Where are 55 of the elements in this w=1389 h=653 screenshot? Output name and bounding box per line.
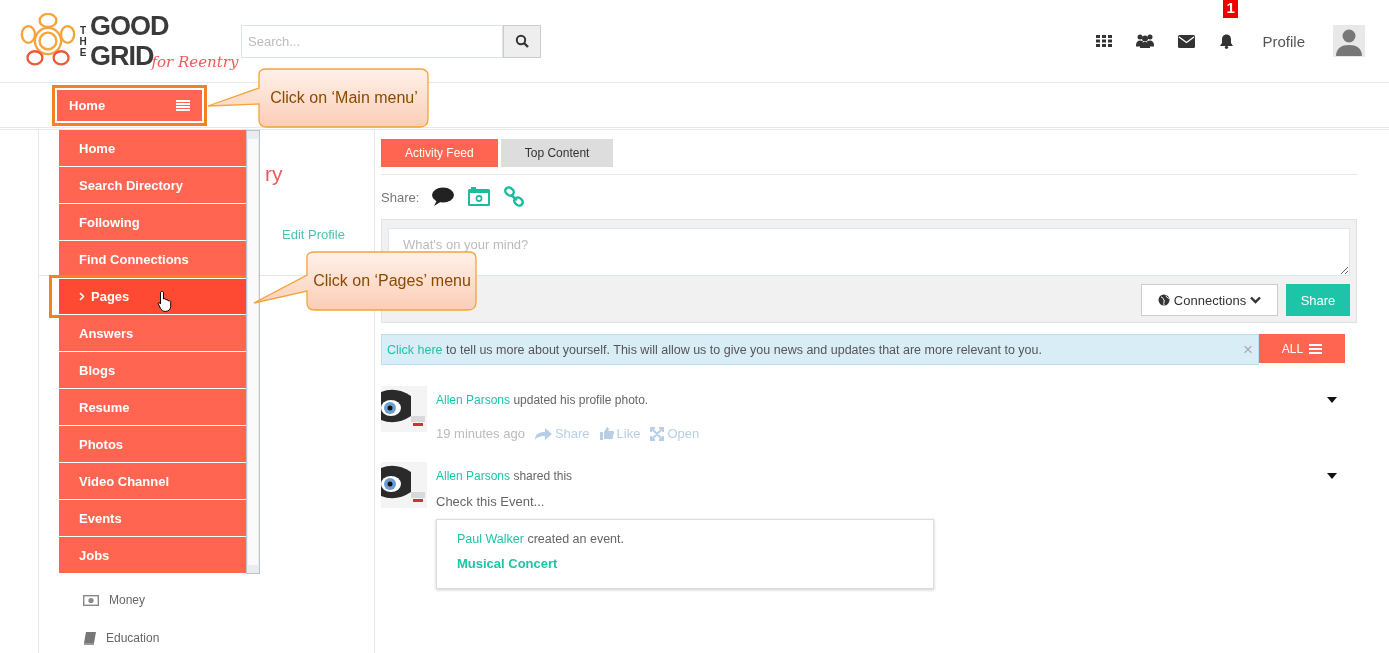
hand-cursor-icon	[157, 289, 174, 312]
scrollbar[interactable]	[246, 130, 260, 574]
close-button[interactable]: ×	[1243, 339, 1253, 360]
post-text: Allen Parsons shared this	[436, 469, 573, 483]
grid-icon[interactable]	[1096, 35, 1113, 47]
menu-icon	[1309, 343, 1323, 354]
banknote-icon	[83, 594, 99, 606]
post-action[interactable]: Share	[534, 426, 590, 441]
main-menu-button[interactable]: Home	[57, 89, 202, 121]
speech-bubble-icon[interactable]	[431, 187, 456, 207]
share-label: Share:	[381, 189, 420, 205]
edit-profile-link[interactable]: Edit Profile	[282, 227, 345, 242]
thumbs-up-icon	[599, 427, 614, 440]
profile-link[interactable]: Profile	[1262, 32, 1305, 50]
logo-text: GOOD	[90, 11, 170, 41]
audience-dropdown[interactable]: Connections	[1141, 284, 1278, 316]
tab[interactable]: Activity Feed	[381, 139, 498, 167]
event-title-link[interactable]: Musical Concert	[457, 556, 913, 571]
menu-item[interactable]: Pages	[59, 278, 246, 315]
profile-name: ry	[265, 162, 283, 186]
author-link[interactable]: Allen Parsons	[436, 469, 511, 483]
envelope-icon[interactable]	[1178, 34, 1196, 48]
post-action[interactable]: Like	[599, 426, 641, 441]
post-action[interactable]: Open	[650, 426, 700, 441]
search-icon	[515, 34, 529, 48]
author-link[interactable]: Paul Walker	[457, 532, 524, 546]
post-message: Check this Event...	[436, 494, 546, 509]
event-text: Paul Walker created an event.	[457, 532, 625, 546]
notice-link[interactable]: Click here	[387, 342, 443, 357]
globe-icon	[1157, 294, 1170, 306]
search-button[interactable]	[503, 24, 541, 58]
book-icon	[83, 631, 96, 645]
tab[interactable]: Top Content	[500, 139, 614, 167]
caret-icon[interactable]	[1327, 397, 1337, 403]
notice-text: Click here to tell us more about yourself. This will allow us to give you news and updates that are more relevant to you.	[387, 342, 1042, 357]
menu-icon	[176, 99, 190, 111]
menu-item[interactable]: Answers	[59, 315, 246, 352]
bell-icon[interactable]	[1219, 33, 1235, 49]
avatar-icon[interactable]	[1333, 25, 1365, 57]
post-text: Allen Parsons updated his profile photo.	[436, 393, 649, 407]
expand-icon	[650, 426, 665, 441]
filter-button[interactable]: ALL	[1259, 334, 1345, 363]
chevron-icon	[79, 292, 85, 301]
share-button[interactable]: Share	[1286, 284, 1350, 316]
notification-badge: 1	[1223, 0, 1238, 18]
share-arrow-icon	[534, 427, 552, 440]
post-time: 19 minutes ago	[436, 426, 525, 441]
sidebar-item[interactable]: Money	[83, 593, 374, 607]
caret-icon	[1250, 296, 1262, 304]
sidebar-item[interactable]: Education	[83, 631, 374, 645]
search-field[interactable]: Search...	[241, 24, 503, 58]
logo-text: THE	[78, 24, 88, 58]
users-icon[interactable]	[1136, 34, 1155, 48]
caret-icon[interactable]	[1327, 473, 1337, 479]
author-link[interactable]: Allen Parsons	[436, 393, 511, 407]
